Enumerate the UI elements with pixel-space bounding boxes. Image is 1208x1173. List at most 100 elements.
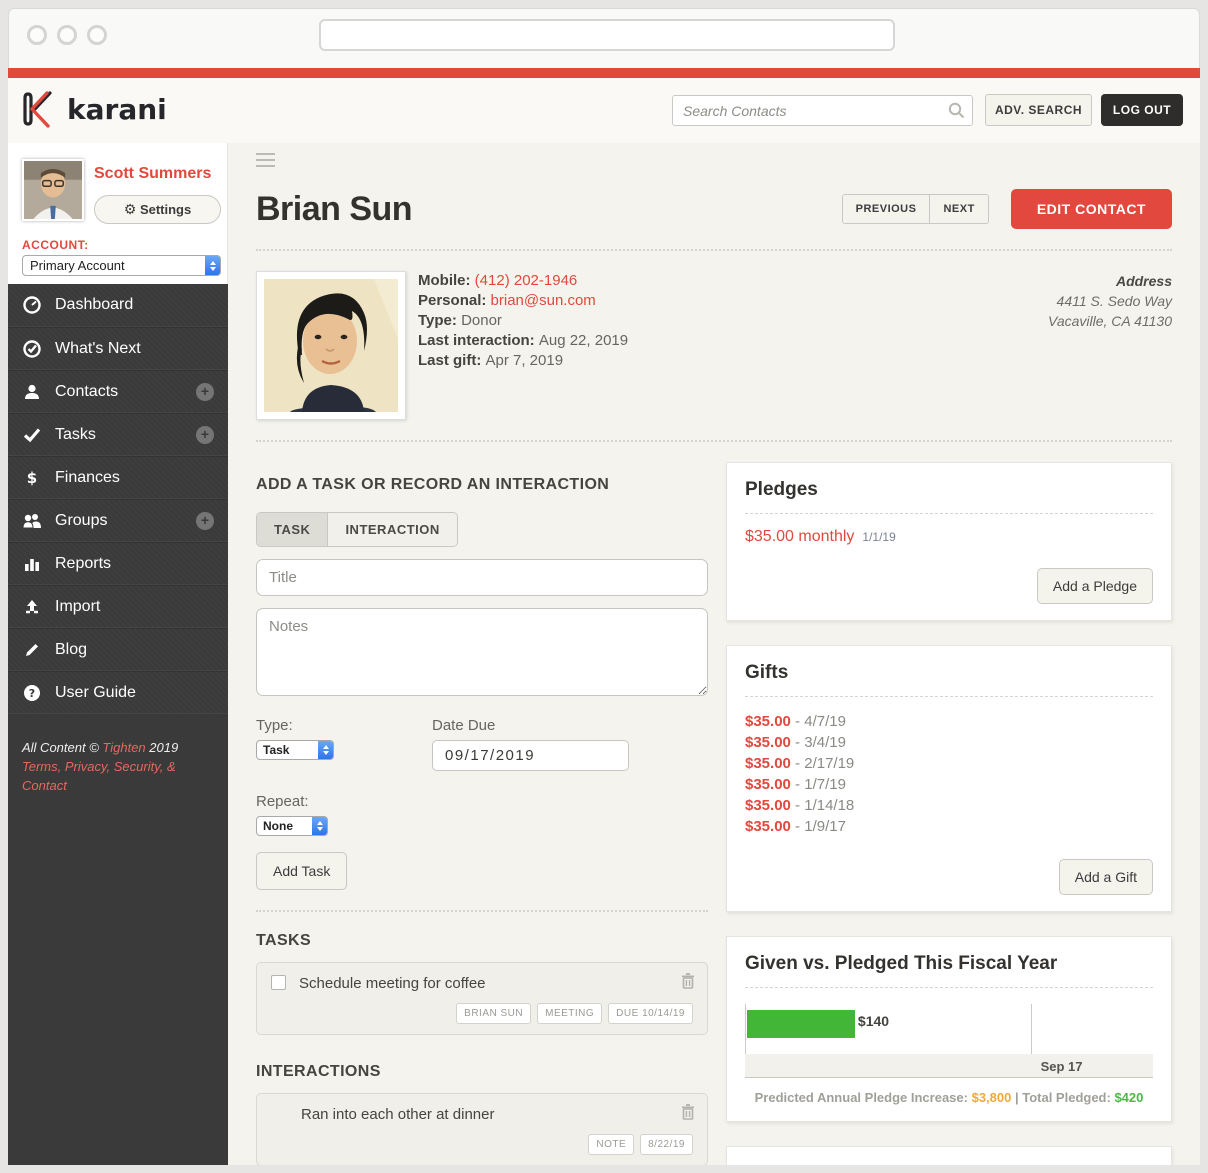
type-label: Type: <box>256 717 432 734</box>
groups-card: Groups <box>726 1146 1172 1165</box>
repeat-label: Repeat: <box>256 793 708 810</box>
pledges-card: Pledges $35.00 monthly1/1/19 Add a Pledg… <box>726 462 1172 621</box>
given-vs-pledged-chart: $140 Sep 17 <box>745 1004 1153 1078</box>
chart-plot-area: $140 <box>745 1004 1073 1054</box>
sidebar-item-import[interactable]: Import <box>8 585 228 628</box>
window-maximize-button[interactable] <box>87 25 107 45</box>
task-row: Schedule meeting for coffee BRIAN SUN ME… <box>256 962 708 1035</box>
groups-icon <box>22 512 42 530</box>
address-label: Address <box>1116 273 1172 289</box>
gift-amount-link[interactable]: $35.00 <box>745 755 791 772</box>
sidebar-item-reports[interactable]: Reports <box>8 542 228 585</box>
add-gift-button[interactable]: Add a Gift <box>1059 859 1153 895</box>
select-stepper-icon <box>312 817 327 835</box>
window-minimize-button[interactable] <box>57 25 77 45</box>
predicted-value: $3,800 <box>972 1090 1012 1105</box>
settings-button[interactable]: ⚙ Settings <box>94 195 221 224</box>
chart-today-label: Sep 17 <box>1041 1059 1083 1074</box>
date-due-input[interactable] <box>432 740 629 771</box>
reports-icon <box>22 555 42 573</box>
pledge-item: $35.00 monthly1/1/19 <box>745 528 1153 546</box>
add-group-icon[interactable]: + <box>196 512 214 530</box>
browser-window: karani ADV. SEARCH LOG OUT <box>0 0 1208 1173</box>
whats-next-icon <box>22 340 42 358</box>
contact-pager: PREVIOUS NEXT <box>842 194 989 224</box>
sidebar-nav: Dashboard What's Next Contacts + <box>8 284 228 714</box>
pledge-amount-link[interactable]: $35.00 monthly <box>745 528 854 545</box>
task-notes-input[interactable] <box>256 608 708 696</box>
interaction-badges: NOTE 8/22/19 <box>271 1134 693 1155</box>
task-due-badge: DUE 10/14/19 <box>608 1003 693 1024</box>
user-name: Scott Summers <box>94 165 211 183</box>
gifts-heading: Gifts <box>745 662 1153 684</box>
total-pledged-value: $420 <box>1114 1090 1143 1105</box>
gift-amount-link[interactable]: $35.00 <box>745 818 791 835</box>
blog-icon <box>22 641 42 659</box>
tab-interaction[interactable]: INTERACTION <box>328 513 456 546</box>
sidebar-item-whats-next[interactable]: What's Next <box>8 327 228 370</box>
logout-button[interactable]: LOG OUT <box>1101 94 1183 126</box>
type-select[interactable]: Task <box>256 740 334 760</box>
given-vs-pledged-card: Given vs. Pledged This Fiscal Year $140 … <box>726 936 1172 1122</box>
task-title-input[interactable] <box>256 559 708 596</box>
task-checkbox[interactable] <box>271 975 286 990</box>
task-type-badge: MEETING <box>537 1003 602 1024</box>
page-title: Brian Sun <box>256 190 412 229</box>
menu-toggle-icon[interactable] <box>256 153 275 167</box>
add-contact-icon[interactable]: + <box>196 383 214 401</box>
window-controls <box>27 25 107 45</box>
add-pledge-button[interactable]: Add a Pledge <box>1037 568 1153 604</box>
next-button[interactable]: NEXT <box>930 195 987 223</box>
browser-chrome <box>8 8 1200 68</box>
adv-search-button[interactable]: ADV. SEARCH <box>985 94 1092 126</box>
select-stepper-icon <box>318 741 333 759</box>
legal-links[interactable]: Terms, Privacy, Security, & Contact <box>22 757 214 795</box>
sidebar-item-groups[interactable]: Groups + <box>8 499 228 542</box>
delete-task-icon[interactable] <box>681 973 695 989</box>
edit-contact-button[interactable]: EDIT CONTACT <box>1011 189 1172 229</box>
user-guide-icon: ? <box>22 684 42 702</box>
interaction-title: Ran into each other at dinner <box>301 1106 494 1123</box>
svg-text:?: ? <box>29 687 35 700</box>
type-line: Type: Donor <box>418 311 628 331</box>
gift-item: $35.00 - 3/4/19 <box>745 732 1153 753</box>
task-title: Schedule meeting for coffee <box>299 975 486 992</box>
previous-button[interactable]: PREVIOUS <box>843 195 931 223</box>
brand-name: karani <box>67 93 167 126</box>
sidebar: Scott Summers ⚙ Settings ACCOUNT: Primar… <box>8 143 228 1165</box>
mobile-link[interactable]: (412) 202-1946 <box>475 272 578 289</box>
sidebar-item-finances[interactable]: $ Finances <box>8 456 228 499</box>
chart-axis-band <box>745 1054 1153 1078</box>
delete-interaction-icon[interactable] <box>681 1104 695 1120</box>
gift-amount-link[interactable]: $35.00 <box>745 797 791 814</box>
logo[interactable]: karani <box>20 88 167 130</box>
pledges-heading: Pledges <box>745 479 1153 501</box>
interaction-type-badge: NOTE <box>588 1134 634 1155</box>
sidebar-item-dashboard[interactable]: Dashboard <box>8 284 228 327</box>
sidebar-item-tasks[interactable]: Tasks + <box>8 413 228 456</box>
repeat-select[interactable]: None <box>256 816 328 836</box>
gift-amount-link[interactable]: $35.00 <box>745 776 791 793</box>
window-close-button[interactable] <box>27 25 47 45</box>
chart-given-bar <box>747 1010 855 1038</box>
tighten-link[interactable]: Tighten <box>102 740 145 755</box>
sidebar-item-contacts[interactable]: Contacts + <box>8 370 228 413</box>
import-icon <box>22 598 42 616</box>
interaction-date-badge: 8/22/19 <box>640 1134 693 1155</box>
last-gift-line: Last gift: Apr 7, 2019 <box>418 351 628 371</box>
gift-amount-link[interactable]: $35.00 <box>745 734 791 751</box>
add-task-button[interactable]: Add Task <box>256 852 347 890</box>
account-select[interactable]: Primary Account <box>22 255 221 276</box>
add-task-icon[interactable]: + <box>196 426 214 444</box>
sidebar-item-blog[interactable]: Blog <box>8 628 228 671</box>
gift-amount-link[interactable]: $35.00 <box>745 713 791 730</box>
tab-task[interactable]: TASK <box>257 513 328 546</box>
chart-bar-label: $140 <box>858 1013 889 1029</box>
divider <box>256 910 708 912</box>
email-link[interactable]: brian@sun.com <box>491 292 596 309</box>
sidebar-item-user-guide[interactable]: ? User Guide <box>8 671 228 714</box>
select-stepper-icon <box>205 256 220 275</box>
address-line2: Vacaville, CA 41130 <box>1048 313 1172 329</box>
address-bar[interactable] <box>319 19 895 51</box>
search-input[interactable] <box>672 95 973 126</box>
